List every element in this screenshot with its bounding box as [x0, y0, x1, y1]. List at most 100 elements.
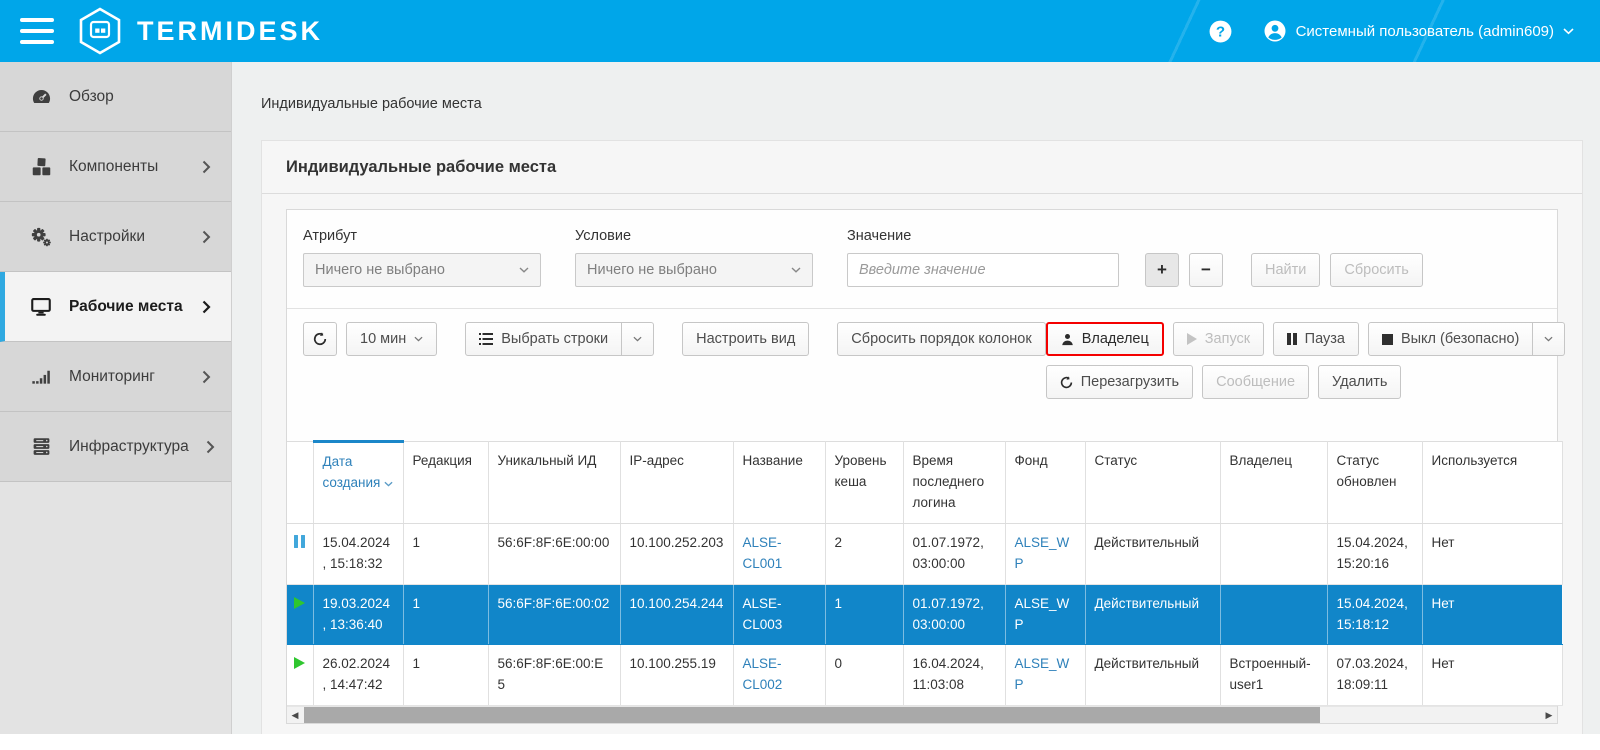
find-button[interactable]: Найти	[1251, 253, 1320, 287]
column-uid[interactable]: Уникальный ИД	[488, 442, 620, 524]
pause-button[interactable]: Пауза	[1273, 322, 1359, 356]
power-off-button[interactable]: Выкл (безопасно)	[1368, 322, 1533, 356]
sidebar-item-label: Обзор	[69, 88, 114, 106]
filter-bar: Атрибут Ничего не выбрано Условие Ничего…	[287, 210, 1557, 308]
chevron-down-icon	[1563, 28, 1574, 35]
sidebar-item-overview[interactable]: Обзор	[0, 62, 231, 132]
chevron-down-icon	[414, 336, 423, 342]
pool-link[interactable]: ALSE_WP	[1015, 596, 1070, 632]
termidesk-logo-icon	[78, 7, 122, 55]
column-name[interactable]: Название	[733, 442, 825, 524]
sidebar-item-label: Компоненты	[69, 158, 158, 176]
condition-select[interactable]: Ничего не выбрано	[575, 253, 813, 287]
attribute-label: Атрибут	[303, 228, 541, 244]
column-cache[interactable]: Уровень кеша	[825, 442, 903, 524]
stop-icon	[1382, 334, 1393, 345]
sidebar-item-settings[interactable]: Настройки	[0, 202, 231, 272]
sort-desc-icon	[384, 481, 393, 487]
workplace-link[interactable]: ALSE-CL001	[743, 535, 783, 571]
chevron-down-icon	[633, 336, 642, 342]
table-row[interactable]: 15.04.2024, 15:18:32 1 56:6F:8F:6E:00:00…	[287, 523, 1562, 584]
brand[interactable]: TERMIDESK	[78, 7, 323, 55]
table-row-selected[interactable]: 19.03.2024, 13:36:40 1 56:6F:8F:6E:00:02…	[287, 584, 1562, 645]
top-header: TERMIDESK ? Системный пользователь (admi…	[0, 0, 1600, 62]
chevron-right-icon	[202, 160, 211, 174]
workplace-link[interactable]: ALSE-CL002	[743, 656, 783, 692]
chevron-right-icon	[202, 300, 211, 314]
scroll-left-icon[interactable]: ◀	[287, 707, 303, 723]
sidebar-item-label: Рабочие места	[69, 298, 183, 316]
settings-icon	[30, 226, 52, 248]
refresh-icon	[1060, 376, 1073, 389]
workplaces-icon	[30, 296, 52, 317]
value-input[interactable]	[847, 253, 1119, 287]
refresh-interval-select[interactable]: 10 мин	[346, 322, 437, 356]
panel-title: Индивидуальные рабочие места	[262, 141, 1582, 194]
reboot-button[interactable]: Перезагрузить	[1046, 365, 1193, 399]
sidebar: Обзор Компоненты	[0, 62, 232, 734]
column-last-login[interactable]: Время последнего логина	[903, 442, 1005, 524]
column-revision[interactable]: Редакция	[403, 442, 488, 524]
delete-button[interactable]: Удалить	[1318, 365, 1401, 399]
column-in-use[interactable]: Используется	[1422, 442, 1562, 524]
sidebar-item-monitoring[interactable]: Мониторинг	[0, 342, 231, 412]
power-off-dropdown-button[interactable]	[1533, 322, 1565, 356]
column-owner[interactable]: Владелец	[1220, 442, 1327, 524]
column-created[interactable]: Дата создания	[313, 442, 403, 524]
owner-button[interactable]: Владелец	[1046, 322, 1164, 356]
remove-filter-button[interactable]: −	[1189, 253, 1223, 287]
column-status-updated[interactable]: Статус обновлен	[1327, 442, 1422, 524]
column-pool[interactable]: Фонд	[1005, 442, 1085, 524]
sidebar-item-label: Настройки	[69, 228, 145, 246]
sidebar-item-infrastructure[interactable]: Инфраструктура	[0, 412, 231, 482]
pool-link[interactable]: ALSE_WP	[1015, 535, 1070, 571]
condition-label: Условие	[575, 228, 813, 244]
workplaces-panel: Индивидуальные рабочие места Атрибут Нич…	[261, 140, 1583, 734]
add-filter-button[interactable]: +	[1145, 253, 1179, 287]
scrollbar-thumb[interactable]	[304, 707, 1320, 723]
chevron-right-icon	[202, 370, 211, 384]
infrastructure-icon	[30, 436, 52, 457]
value-label: Значение	[847, 228, 1119, 244]
configure-view-button[interactable]: Настроить вид	[682, 322, 809, 356]
attribute-select[interactable]: Ничего не выбрано	[303, 253, 541, 287]
column-state	[287, 442, 313, 524]
running-state-icon	[294, 597, 305, 609]
select-rows-dropdown-button[interactable]	[622, 322, 654, 356]
table-row[interactable]: 26.02.2024, 14:47:42 1 56:6F:8F:6E:00:E5…	[287, 645, 1562, 706]
pause-icon	[1287, 333, 1297, 345]
sidebar-item-workplaces[interactable]: Рабочие места	[0, 272, 231, 342]
refresh-button[interactable]	[303, 322, 337, 356]
paused-state-icon	[294, 535, 305, 548]
components-icon	[30, 156, 52, 177]
pool-link[interactable]: ALSE_WP	[1015, 656, 1070, 692]
select-rows-button[interactable]: Выбрать строки	[465, 322, 622, 356]
user-avatar-icon	[1263, 19, 1287, 43]
sidebar-item-components[interactable]: Компоненты	[0, 132, 231, 202]
menu-toggle-icon[interactable]	[20, 18, 54, 44]
scroll-right-icon[interactable]: ▶	[1541, 707, 1557, 723]
chevron-right-icon	[202, 230, 211, 244]
filter-and-table-box: Атрибут Ничего не выбрано Условие Ничего…	[286, 209, 1558, 724]
main-content: Индивидуальные рабочие места Индивидуаль…	[232, 62, 1600, 734]
svg-text:?: ?	[1215, 23, 1224, 40]
reset-column-order-button[interactable]: Сбросить порядок колонок	[837, 322, 1045, 356]
app-root: TERMIDESK ? Системный пользователь (admi…	[0, 0, 1600, 734]
column-status[interactable]: Статус	[1085, 442, 1220, 524]
help-icon[interactable]: ?	[1208, 19, 1233, 44]
chevron-down-icon	[791, 267, 801, 273]
table-toolbar: 10 мин Выбрать строки	[287, 308, 1557, 411]
sidebar-item-label: Мониторинг	[69, 368, 155, 386]
column-ip[interactable]: IP-адрес	[620, 442, 733, 524]
table-container: Дата создания Редакция Уникальный ИД IP-…	[287, 440, 1557, 723]
message-button[interactable]: Сообщение	[1202, 365, 1309, 399]
user-menu[interactable]: Системный пользователь (admin609)	[1263, 19, 1574, 43]
chevron-down-icon	[519, 267, 529, 273]
reset-button[interactable]: Сбросить	[1330, 253, 1422, 287]
chevron-down-icon	[1544, 336, 1553, 342]
horizontal-scrollbar[interactable]: ◀ ▶	[287, 706, 1557, 723]
workplace-link[interactable]: ALSE-CL003	[743, 596, 783, 632]
brand-title: TERMIDESK	[137, 16, 323, 47]
pagination-bar: 15 на стр. 1-3 из 3 « ‹ из 1 › »	[286, 724, 1558, 734]
start-button[interactable]: Запуск	[1173, 322, 1264, 356]
